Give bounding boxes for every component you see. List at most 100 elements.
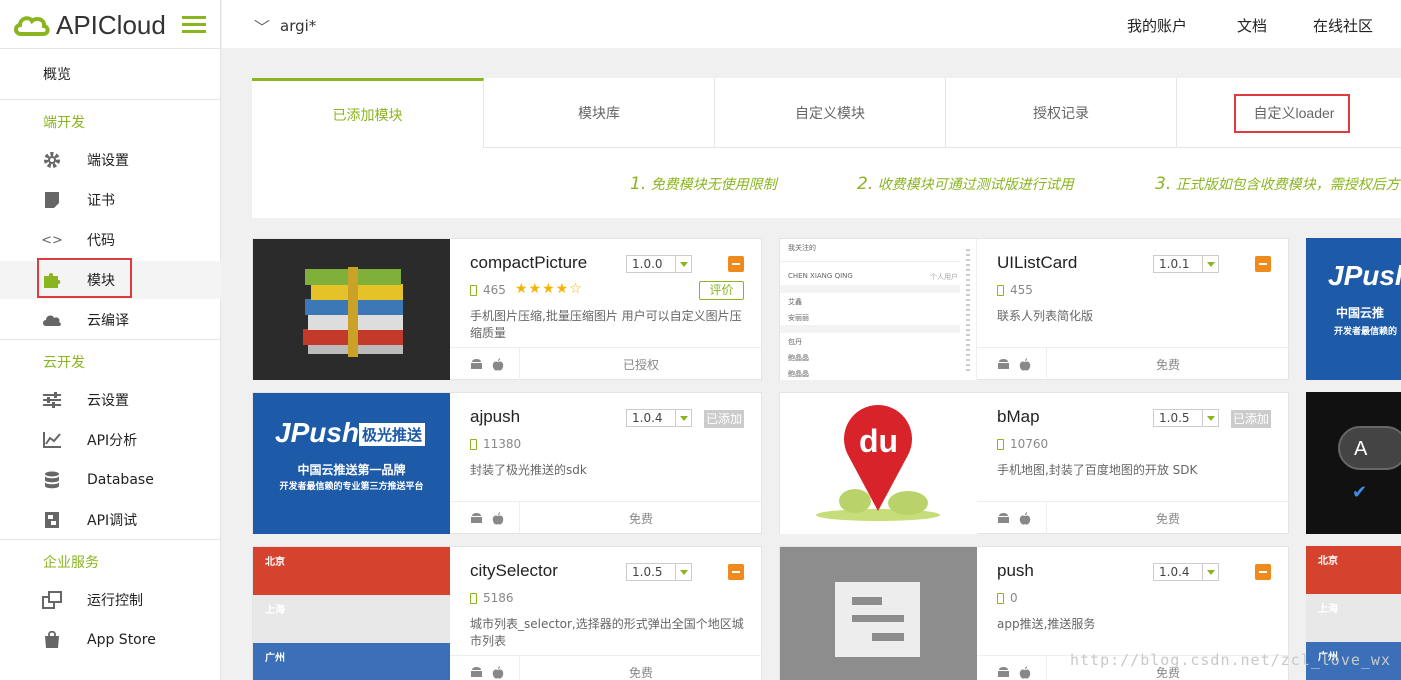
highlight-box-custom-loader: [1234, 94, 1350, 133]
sidebar-item-database[interactable]: Database: [0, 461, 221, 499]
ajpush-thumbnail: JPush 极光推送 中国云推送第一品牌 开发者最信赖的专业第三方推送平台: [253, 393, 450, 534]
android-icon: [470, 665, 483, 680]
sidebar-item-code[interactable]: <> 代码: [0, 221, 221, 259]
chevron-down-icon: [675, 410, 691, 426]
sidebar-item-label: App Store: [87, 632, 156, 648]
sidebar-item-label: 云编译: [87, 313, 129, 329]
license-status: 免费: [628, 666, 653, 680]
version-select[interactable]: 1.0.4: [1153, 563, 1219, 581]
sidebar-item-label: API调试: [87, 513, 138, 529]
sidebar-item-cloud-settings[interactable]: 云设置: [0, 381, 221, 419]
license-status: 已授权: [622, 358, 659, 372]
download-count: 455: [997, 283, 1033, 297]
chevron-down-icon: [675, 564, 691, 580]
card-footer: 免费: [977, 501, 1289, 535]
added-badge: 已添加: [1231, 410, 1271, 428]
module-card-cityselector[interactable]: 北京 上海 广州 citySelector 1.0.5 5186 城市列表_se…: [252, 546, 762, 680]
apple-icon: [1019, 357, 1031, 376]
module-description: 封装了极光推送的sdk: [470, 463, 587, 477]
apicloud-logo[interactable]: APICloud: [12, 8, 166, 42]
project-selector[interactable]: ﹀ argi*: [254, 14, 316, 38]
cloud-logo-icon: [14, 16, 50, 36]
version-select[interactable]: 1.0.5: [626, 563, 692, 581]
tab-custom-modules[interactable]: 自定义模块: [715, 78, 946, 148]
sidebar-item-label: 代码: [87, 233, 115, 249]
chevron-down-icon: [1202, 256, 1218, 272]
license-status: 免费: [1155, 512, 1180, 526]
sidebar-item-app-store[interactable]: App Store: [0, 621, 221, 659]
module-name: citySelector: [470, 561, 558, 580]
license-status: 免费: [628, 512, 653, 526]
license-status: 免费: [1155, 358, 1180, 372]
sidebar-item-api-debug[interactable]: API调试: [0, 501, 221, 539]
download-count: 11380: [470, 437, 521, 451]
apple-icon: [492, 511, 504, 530]
phone-icon: [470, 284, 477, 296]
database-icon: [42, 470, 62, 490]
sidebar-item-cloud-compile[interactable]: 云编译: [0, 301, 221, 339]
module-name: ajpush: [470, 407, 521, 426]
module-card-compactpicture[interactable]: compactPicture 1.0.0 465 ★★★★☆ 评价 手机图片压缩…: [252, 238, 762, 381]
debug-icon: [42, 510, 62, 530]
sidebar-item-device-settings[interactable]: 端设置: [0, 141, 221, 179]
version-select[interactable]: 1.0.0: [626, 255, 692, 273]
compactpicture-thumbnail: [253, 239, 450, 380]
sidebar-item-label: 概览: [43, 67, 71, 83]
tab-module-library[interactable]: 模块库: [484, 78, 715, 148]
sidebar-item-api-analytics[interactable]: API分析: [0, 421, 221, 459]
phone-icon: [470, 438, 477, 450]
remove-module-button[interactable]: [728, 256, 744, 272]
community-link[interactable]: 在线社区: [1313, 15, 1373, 36]
module-description: 手机图片压缩,批量压缩图片 用户可以自定义图片压缩质量: [470, 309, 742, 340]
top-bar: ﹀ argi* 我的账户 文档 在线社区: [222, 0, 1401, 48]
android-icon: [997, 665, 1010, 680]
chevron-down-icon: [675, 256, 691, 272]
partial-card-jpush[interactable]: JPush 中国云推 开发者最信赖的: [1306, 238, 1401, 380]
rate-button[interactable]: 评价: [699, 281, 744, 300]
tab-added-modules[interactable]: 已添加模块: [252, 78, 484, 148]
version-select[interactable]: 1.0.4: [626, 409, 692, 427]
module-card-uilistcard[interactable]: 我关注的 CHEN XIANG QING 个人用户 艾鑫 安丽丽 包丹 鲍晶晶 …: [779, 238, 1289, 381]
remove-module-button[interactable]: [1255, 256, 1271, 272]
module-name: push: [997, 561, 1034, 580]
download-count: 10760: [997, 437, 1048, 451]
sidebar-item-label: Database: [87, 472, 154, 488]
project-name: argi*: [280, 17, 317, 35]
version-select[interactable]: 1.0.1: [1153, 255, 1219, 273]
apple-icon: [492, 357, 504, 376]
card-footer: 已授权: [450, 347, 762, 381]
apple-icon: [492, 665, 504, 680]
added-badge: 已添加: [704, 410, 744, 428]
sidebar-item-label: 运行控制: [87, 593, 143, 609]
bag-icon: [42, 630, 62, 650]
sliders-icon: [42, 390, 62, 410]
docs-link[interactable]: 文档: [1237, 15, 1267, 36]
hamburger-menu-icon[interactable]: [182, 16, 206, 33]
module-card-ajpush[interactable]: JPush 极光推送 中国云推送第一品牌 开发者最信赖的专业第三方推送平台 aj…: [252, 392, 762, 535]
sidebar: APICloud 概览 端开发 端设置 证书 <> 代码 模块 云编译 云开发 …: [0, 0, 221, 680]
sidebar-item-certificate[interactable]: 证书: [0, 181, 221, 219]
sidebar-item-label: API分析: [87, 433, 138, 449]
sidebar-item-overview[interactable]: 概览: [0, 55, 221, 93]
android-icon: [470, 357, 483, 376]
card-footer: 免费: [450, 655, 762, 680]
my-account-link[interactable]: 我的账户: [1127, 15, 1187, 36]
tab-auth-records[interactable]: 授权记录: [946, 78, 1177, 148]
section-device-dev: 端开发: [43, 115, 85, 131]
remove-module-button[interactable]: [1255, 564, 1271, 580]
logo-text: APICloud: [56, 9, 166, 40]
cityselector-thumbnail: 北京 上海 广州: [253, 547, 450, 680]
bmap-thumbnail: du: [780, 393, 977, 534]
download-count: 5186: [470, 591, 514, 605]
android-icon: [470, 511, 483, 530]
partial-card-keyboard[interactable]: A ✔: [1306, 392, 1401, 534]
version-select[interactable]: 1.0.5: [1153, 409, 1219, 427]
push-thumbnail: [780, 547, 977, 680]
windows-icon: [42, 590, 62, 610]
module-card-bmap[interactable]: du bMap 1.0.5 已添加 10760 手机地图,封装了百度地图的开放 …: [779, 392, 1289, 535]
remove-module-button[interactable]: [728, 564, 744, 580]
download-count: 465: [470, 283, 506, 297]
phone-icon: [997, 284, 1004, 296]
sidebar-item-runtime-control[interactable]: 运行控制: [0, 581, 221, 619]
apple-icon: [1019, 511, 1031, 530]
